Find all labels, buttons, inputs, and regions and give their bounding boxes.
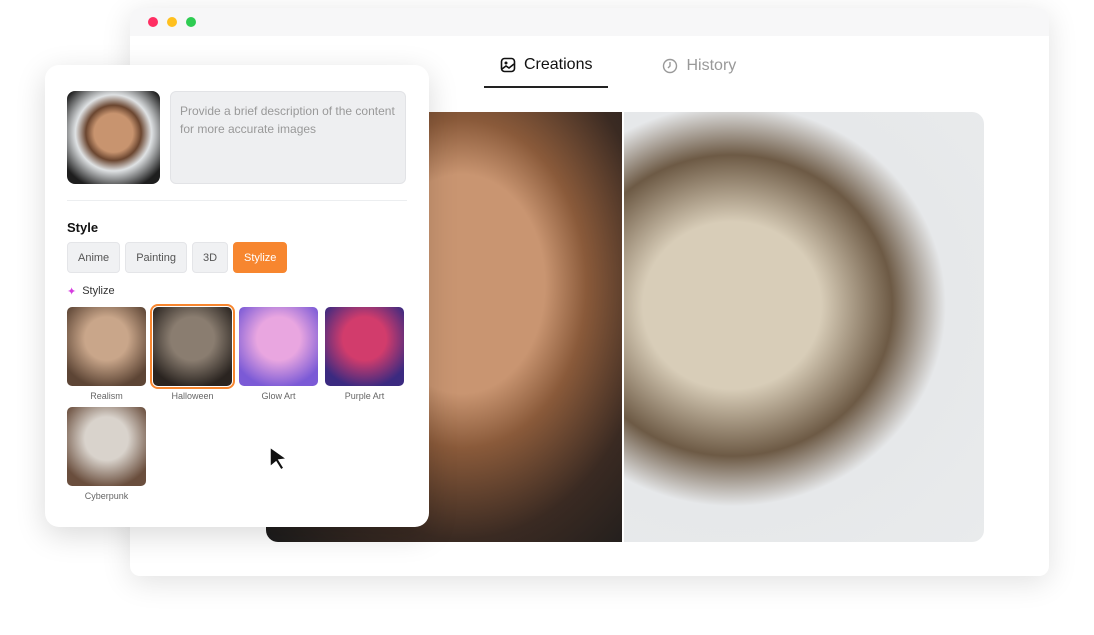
style-heading: Style	[67, 220, 99, 235]
uploaded-photo[interactable]	[67, 91, 160, 184]
tab-bar: Creations History	[484, 56, 752, 88]
preset-glow-art[interactable]: Glow Art	[239, 307, 318, 401]
preset-label: Glow Art	[261, 391, 296, 401]
style-options: Anime Painting 3D Stylize	[67, 242, 288, 273]
maximize-window-button[interactable]	[186, 17, 196, 27]
preset-thumbnail	[67, 407, 146, 486]
preset-thumbnail	[325, 307, 404, 386]
preset-thumbnail	[239, 307, 318, 386]
divider	[67, 200, 407, 201]
minimize-window-button[interactable]	[167, 17, 177, 27]
preset-label: Halloween	[171, 391, 214, 401]
stylize-subheading: ✦ Stylize	[67, 285, 115, 298]
preset-grid: Realism Halloween Glow Art Purple Art Cyberp…	[67, 304, 404, 501]
title-bar	[130, 8, 1049, 36]
stylized-image	[624, 112, 984, 542]
preset-thumbnail	[67, 307, 146, 386]
style-painting-button[interactable]: Painting	[125, 242, 187, 273]
mouse-cursor-icon	[269, 445, 290, 471]
preset-realism[interactable]: Realism	[67, 307, 146, 401]
preset-purple-art[interactable]: Purple Art	[325, 307, 404, 401]
close-window-button[interactable]	[148, 17, 158, 27]
settings-panel: Provide a brief description of the conte…	[45, 65, 429, 527]
tab-label: Creations	[524, 56, 593, 73]
clock-icon	[663, 58, 678, 74]
subheading-label: Stylize	[82, 285, 115, 297]
preset-thumbnail	[150, 304, 235, 389]
preset-cyberpunk[interactable]: Cyberpunk	[67, 407, 146, 501]
tab-label: History	[686, 57, 737, 74]
preset-label: Purple Art	[344, 391, 385, 401]
preset-label: Cyberpunk	[84, 491, 129, 501]
tab-creations[interactable]: Creations	[484, 56, 609, 88]
style-3d-button[interactable]: 3D	[191, 242, 229, 273]
image-icon	[500, 57, 516, 73]
preset-halloween[interactable]: Halloween	[150, 304, 235, 401]
style-anime-button[interactable]: Anime	[67, 242, 121, 273]
description-input[interactable]: Provide a brief description of the conte…	[170, 91, 406, 184]
sparkle-icon: ✦	[67, 286, 77, 298]
style-stylize-button[interactable]: Stylize	[233, 242, 288, 273]
preset-label: Realism	[90, 391, 123, 401]
tab-history[interactable]: History	[646, 56, 752, 88]
